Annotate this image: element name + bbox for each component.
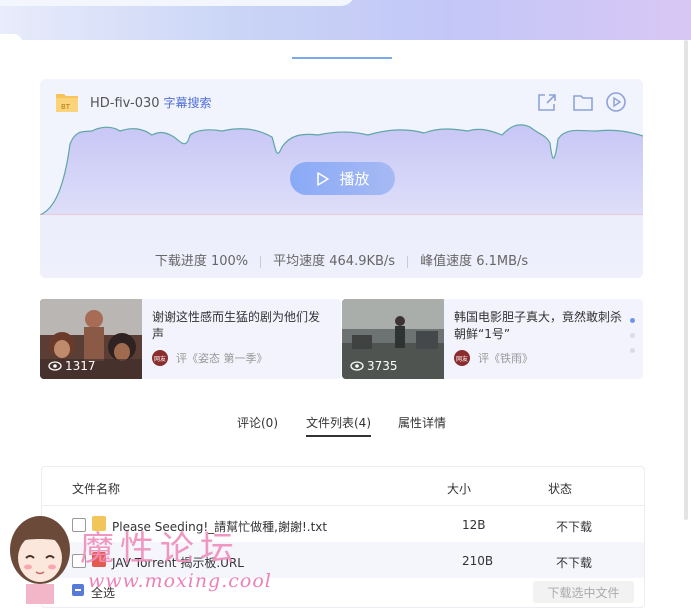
header-size: 大小 [447,482,472,496]
carousel-dots [630,318,635,363]
file-name: HD-fiv-030 [90,96,160,111]
file-name: JAV Torrent 揭示板.URL [112,556,244,570]
recommend-title[interactable]: 韩国电影胆子真大，竟然敢刺杀朝鲜“1号” [454,309,632,343]
recommend-title[interactable]: 谢谢这性感而生猛的剧为他们发声 [152,309,330,343]
video-thumbnail[interactable]: 1317 [40,299,142,379]
tab-properties[interactable]: 属性详情 [398,414,446,431]
play-circle-icon[interactable] [605,91,627,113]
recommend-source-text: 评《姿态 第一季》 [176,352,268,365]
top-notch [0,34,22,42]
view-count-value: 1317 [65,359,96,373]
file-list-panel: 文件名称 大小 状态 Please Seeding!_請幫忙做種,謝謝!.txt… [41,466,645,608]
top-pill [0,0,355,6]
recommend-card[interactable]: 3735 韩国电影胆子真大，竟然敢刺杀朝鲜“1号” 网友 评《铁雨》 [342,299,643,379]
user-badge: 网友 [454,350,470,366]
recommend-source: 网友 评《铁雨》 [454,350,533,366]
carousel-dot[interactable] [630,333,635,338]
file-title: HD-fiv-030 字幕搜索 [90,94,212,111]
file-list-header: 文件名称 大小 状态 [42,467,644,506]
play-button[interactable]: 播放 [290,162,395,195]
avg-speed-stat: 平均速度 464.9KB/s [273,254,396,269]
download-player-panel: BT HD-fiv-030 字幕搜索 播放 下载进度 100% 平均速度 464.9… [40,79,643,278]
peak-speed-stat: 峰值速度 6.1MB/s [420,254,529,269]
tab-file-list[interactable]: 文件列表(4) [306,414,371,437]
view-count: 3735 [350,359,398,373]
tab-comments[interactable]: 评论(0) [237,414,278,431]
url-file-icon [92,552,106,567]
top-banner [0,0,691,42]
recommend-source-text: 评《铁雨》 [478,352,533,365]
play-icon [317,171,330,186]
file-checkbox[interactable] [72,554,86,568]
progress-stat: 下载进度 100% [154,254,249,269]
bt-badge-text: BT [61,103,71,111]
bt-file-icon: BT [56,94,78,112]
carousel-dot[interactable] [630,318,635,323]
eye-icon [48,361,62,371]
select-all-label[interactable]: 全选 [91,584,115,601]
file-size: 210B [462,554,494,568]
recommend-source: 网友 评《姿态 第一季》 [152,350,268,366]
play-label: 播放 [339,170,370,188]
folder-icon[interactable] [572,91,594,113]
view-count: 1317 [48,359,96,373]
file-list-footer: 全选 下载选中文件 [42,577,644,607]
select-all-checkbox[interactable] [72,584,84,596]
recommend-card[interactable]: 1317 谢谢这性感而生猛的剧为他们发声 网友 评《姿态 第一季》 [40,299,341,379]
download-stats: 下载进度 100% 平均速度 464.9KB/s 峰值速度 6.1MB/s [40,250,643,269]
file-status[interactable]: 不下载 [556,554,592,571]
file-status[interactable]: 不下载 [556,518,592,535]
scrollbar[interactable] [684,40,688,520]
file-row[interactable]: Please Seeding!_請幫忙做種,謝謝!.txt 12B 不下载 [42,506,644,542]
subtitle-search-link[interactable]: 字幕搜索 [164,96,212,110]
file-checkbox[interactable] [72,518,86,532]
share-icon[interactable] [536,91,558,113]
carousel-dot[interactable] [630,348,635,353]
user-badge: 网友 [152,350,168,366]
header-tab-indicator [292,57,392,59]
file-size: 12B [462,518,486,532]
txt-file-icon [92,516,106,531]
header-name: 文件名称 [72,482,121,496]
download-selected-button[interactable]: 下载选中文件 [533,581,634,603]
file-name: Please Seeding!_請幫忙做種,謝謝!.txt [112,520,328,534]
video-thumbnail[interactable]: 3735 [342,299,444,379]
view-count-value: 3735 [367,359,398,373]
file-row[interactable]: JAV Torrent 揭示板.URL 210B 不下载 [42,542,644,578]
header-status: 状态 [548,482,573,496]
eye-icon [350,361,364,371]
